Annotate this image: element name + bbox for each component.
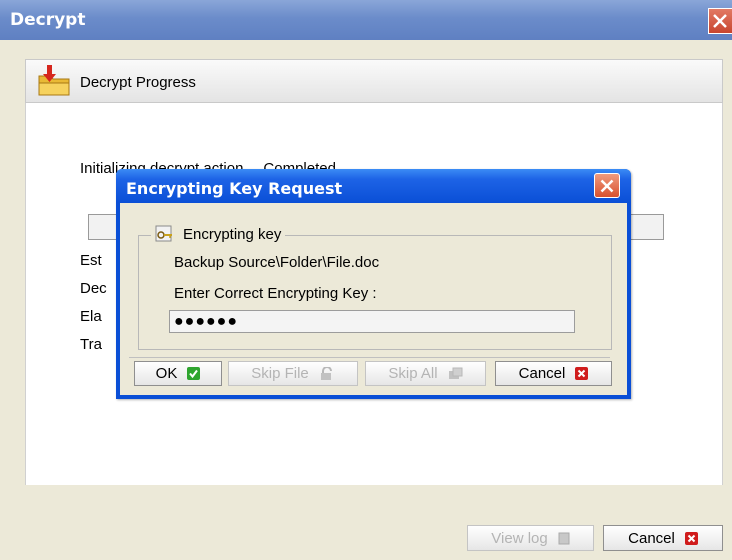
info-label-decrypted: Dec	[80, 280, 107, 297]
skip-file-button[interactable]: Skip File	[228, 361, 358, 386]
encrypting-key-input[interactable]: ●●●●●●	[169, 310, 575, 333]
dialog-cancel-button[interactable]: Cancel	[495, 361, 612, 386]
view-log-label: View log	[491, 529, 548, 547]
skip-all-label: Skip All	[388, 365, 438, 382]
window-cancel-button[interactable]: Cancel	[603, 525, 723, 551]
window-title: Decrypt	[10, 10, 86, 30]
dialog-cancel-label: Cancel	[518, 365, 566, 382]
key-prompt: Enter Correct Encrypting Key :	[174, 285, 377, 302]
dialog-title: Encrypting Key Request	[126, 179, 343, 198]
window-cancel-label: Cancel	[628, 529, 675, 547]
info-label-transfer: Tra	[80, 336, 102, 353]
info-label-estimated: Est	[80, 252, 102, 269]
progress-header: Decrypt Progress	[25, 59, 723, 103]
x-icon	[575, 367, 589, 380]
window-close-button[interactable]	[708, 8, 732, 34]
close-icon	[713, 14, 727, 28]
header-title: Decrypt Progress	[80, 74, 196, 91]
group-legend: Encrypting key	[151, 225, 286, 243]
close-icon	[600, 179, 614, 193]
encrypting-key-dialog: Encrypting Key Request Encrypting key Ba…	[116, 169, 631, 399]
x-icon	[684, 531, 698, 545]
skip-all-icon	[448, 367, 463, 379]
password-mask: ●●●●●●	[174, 312, 238, 330]
check-icon	[187, 367, 201, 380]
dialog-close-button[interactable]	[594, 173, 620, 198]
document-icon	[558, 532, 570, 544]
info-label-elapsed: Ela	[80, 308, 102, 325]
file-path: Backup Source\Folder\File.doc	[174, 254, 380, 271]
skip-file-label: Skip File	[251, 365, 309, 382]
unlock-icon	[320, 366, 332, 380]
ok-button[interactable]: OK	[134, 361, 222, 386]
view-log-button[interactable]: View log	[467, 525, 594, 551]
ok-label: OK	[155, 365, 178, 382]
skip-all-button[interactable]: Skip All	[365, 361, 486, 386]
group-legend-label: Encrypting key	[183, 225, 282, 243]
window-title-bar: Decrypt	[0, 0, 732, 40]
folder-download-icon	[38, 65, 70, 96]
dialog-title-bar: Encrypting Key Request	[116, 169, 631, 203]
key-icon	[155, 225, 172, 242]
